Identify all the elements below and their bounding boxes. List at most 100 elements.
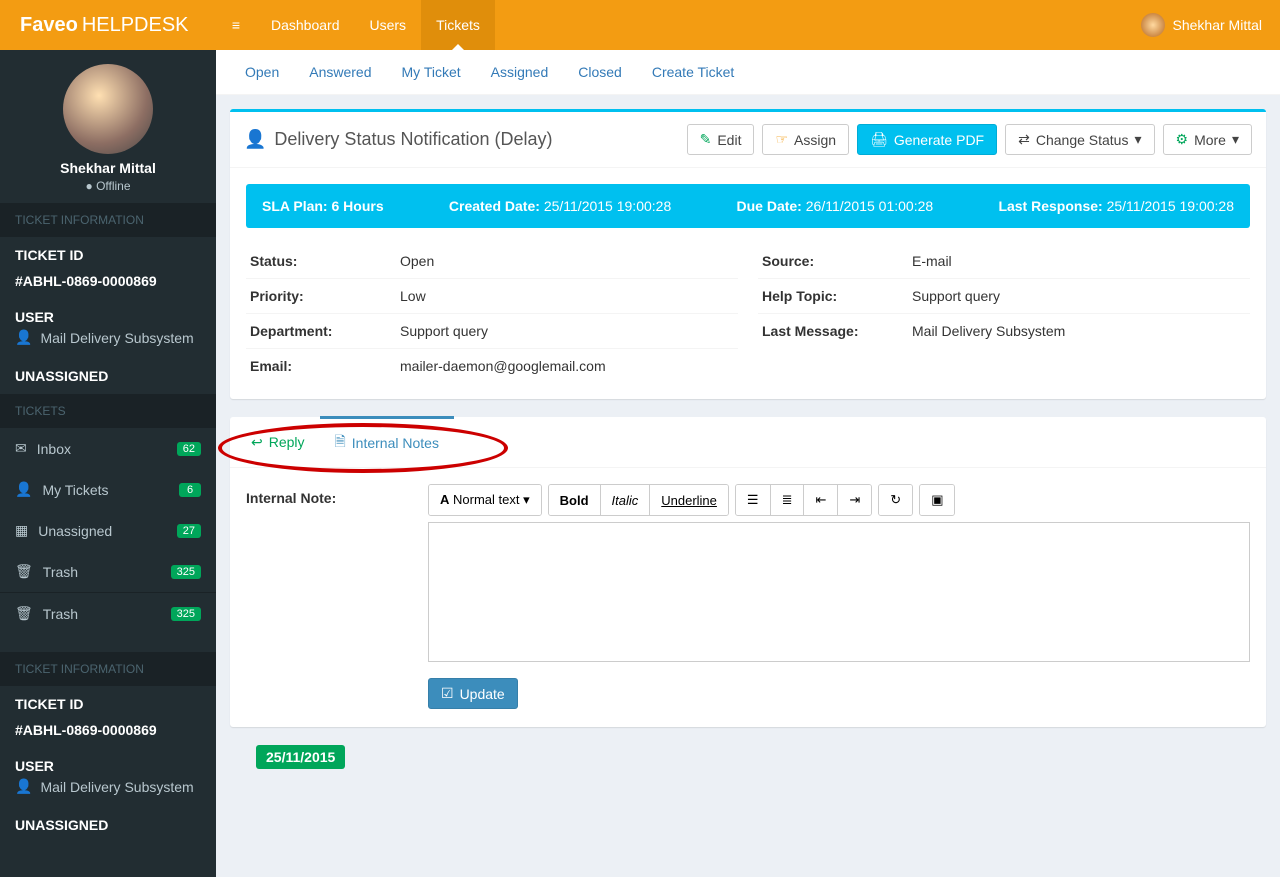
sidebar-status: ● Offline — [0, 179, 216, 193]
sidebar-ticketid-label2: TICKET ID — [0, 686, 216, 722]
reply-icon: ↩ — [251, 434, 263, 451]
ol-button[interactable]: ≣ — [770, 485, 804, 515]
subnav-create[interactable]: Create Ticket — [637, 50, 749, 94]
sidebar-user-name: Shekhar Mittal — [0, 160, 216, 176]
sidebar: Shekhar Mittal ● Offline TICKET INFORMAT… — [0, 50, 216, 877]
more-button[interactable]: ⚙More ▾ — [1163, 124, 1253, 155]
active-caret-icon — [451, 44, 465, 51]
topbar-user[interactable]: Shekhar Mittal — [1141, 0, 1280, 50]
sidebar-user-label: USER — [0, 299, 216, 327]
file-icon: 🗎 — [335, 431, 346, 455]
sidebar-user-label2: USER — [0, 748, 216, 776]
list-ul-icon: ☰ — [747, 492, 759, 507]
list-ol-icon: ≣ — [782, 492, 793, 507]
sidebar-item-mytickets[interactable]: 👤My Tickets6 — [0, 469, 216, 510]
main-nav: Dashboard Users Tickets — [256, 0, 495, 50]
trash-icon: 🗑 — [15, 563, 33, 580]
ticket-subnav: Open Answered My Ticket Assigned Closed … — [216, 50, 1280, 95]
gear-icon: ⚙ — [1176, 131, 1189, 148]
user-icon: 👤 — [15, 778, 32, 795]
reply-tabs: ↩Reply 🗎Internal Notes — [230, 417, 1266, 468]
details-right: Source:E-mail Help Topic:Support query L… — [758, 244, 1250, 383]
editor-toolbar: A Normal text ▾ Bold Italic Underline ☰ … — [428, 484, 1250, 516]
tab-reply[interactable]: ↩Reply — [236, 417, 320, 467]
subnav-answered[interactable]: Answered — [294, 50, 386, 94]
subnav-myticket[interactable]: My Ticket — [387, 50, 476, 94]
hand-icon: ☞ — [775, 131, 788, 148]
sidebar-ticketid2: #ABHL-0869-0000869 — [0, 722, 216, 748]
underline-button[interactable]: Underline — [649, 485, 728, 515]
sidebar-header-tickets: TICKETS — [0, 394, 216, 428]
check-icon: ☑ — [441, 685, 454, 702]
topbar: Faveo HELPDESK ≡ Dashboard Users Tickets… — [0, 0, 1280, 50]
subnav-assigned[interactable]: Assigned — [476, 50, 564, 94]
change-status-button[interactable]: ⇄Change Status ▾ — [1005, 124, 1154, 155]
sidebar-header-ticketinfo2: TICKET INFORMATION — [0, 652, 216, 686]
image-icon: ▣ — [931, 492, 943, 507]
reply-box: ↩Reply 🗎Internal Notes Internal Note: A … — [230, 417, 1266, 727]
undo-icon: ↻ — [890, 492, 901, 507]
format-dropdown[interactable]: A Normal text ▾ — [429, 485, 541, 515]
outdent-icon: ⇤ — [815, 492, 826, 507]
image-button[interactable]: ▣ — [920, 485, 954, 515]
ul-button[interactable]: ☰ — [736, 485, 770, 515]
brand-logo[interactable]: Faveo HELPDESK — [0, 0, 216, 50]
timeline-date-badge: 25/11/2015 — [256, 745, 345, 769]
sidebar-item-trash[interactable]: 🗑Trash325 — [0, 551, 216, 592]
assign-button[interactable]: ☞Assign — [762, 124, 849, 155]
sidebar-avatar — [63, 64, 153, 154]
editor: A Normal text ▾ Bold Italic Underline ☰ … — [428, 484, 1250, 662]
caret-down-icon: ▾ — [1134, 131, 1141, 148]
editor-body[interactable] — [428, 522, 1250, 662]
update-button[interactable]: ☑Update — [428, 678, 518, 709]
indent-button[interactable]: ⇥ — [837, 485, 871, 515]
generate-pdf-button[interactable]: 🖨Generate PDF — [857, 124, 997, 155]
internal-note-label: Internal Note: — [246, 484, 406, 506]
sidebar-item-trash-dup[interactable]: 🗑Trash325 — [0, 592, 216, 634]
brand-light: HELPDESK — [82, 14, 189, 37]
hamburger-icon: ≡ — [232, 17, 240, 33]
sidebar-item-inbox[interactable]: ✉Inbox62 — [0, 428, 216, 469]
sidebar-ticketid: #ABHL-0869-0000869 — [0, 273, 216, 299]
badge: 27 — [177, 524, 201, 538]
nav-dashboard[interactable]: Dashboard — [256, 0, 355, 50]
topbar-user-name: Shekhar Mittal — [1173, 17, 1262, 33]
exchange-icon: ⇄ — [1018, 131, 1030, 148]
details-left: Status:Open Priority:Low Department:Supp… — [246, 244, 738, 383]
envelope-icon: ✉ — [15, 440, 27, 457]
sidebar-user-value2[interactable]: 👤Mail Delivery Subsystem — [0, 776, 216, 807]
sidebar-unassigned2[interactable]: UNASSIGNED — [0, 807, 216, 843]
sidebar-unassigned[interactable]: UNASSIGNED — [0, 358, 216, 394]
undo-button[interactable]: ↻ — [879, 485, 912, 515]
user-icon: 👤 — [15, 329, 32, 346]
brand-bold: Faveo — [20, 14, 78, 37]
caret-down-icon: ▾ — [1232, 131, 1239, 148]
trash-icon: 🗑 — [15, 605, 33, 622]
avatar-icon — [1141, 13, 1165, 37]
badge: 6 — [179, 483, 201, 497]
nav-users[interactable]: Users — [355, 0, 422, 50]
sla-callout: SLA Plan: 6 Hours Created Date: 25/11/20… — [246, 184, 1250, 228]
print-icon: 🖨 — [870, 131, 888, 148]
ticket-details: Status:Open Priority:Low Department:Supp… — [230, 244, 1266, 399]
indent-icon: ⇥ — [849, 492, 860, 507]
subnav-open[interactable]: Open — [230, 50, 294, 94]
sidebar-user-value[interactable]: 👤Mail Delivery Subsystem — [0, 327, 216, 358]
user-icon: 👤 — [15, 481, 32, 498]
user-icon: 👤 — [244, 129, 266, 150]
edit-button[interactable]: ✎Edit — [687, 124, 755, 155]
ticket-box: 👤Delivery Status Notification (Delay) ✎E… — [230, 109, 1266, 399]
nav-tickets[interactable]: Tickets — [421, 0, 495, 50]
subnav-closed[interactable]: Closed — [563, 50, 637, 94]
badge: 325 — [171, 607, 201, 621]
outdent-button[interactable]: ⇤ — [803, 485, 837, 515]
ticket-title: 👤Delivery Status Notification (Delay) — [244, 129, 553, 150]
tab-internal-notes[interactable]: 🗎Internal Notes — [320, 416, 454, 467]
sidebar-item-unassigned[interactable]: ▦Unassigned27 — [0, 510, 216, 551]
bold-button[interactable]: Bold — [549, 485, 600, 515]
badge: 325 — [171, 565, 201, 579]
pencil-icon: ✎ — [700, 131, 712, 148]
content: Open Answered My Ticket Assigned Closed … — [216, 50, 1280, 877]
italic-button[interactable]: Italic — [600, 485, 650, 515]
menu-toggle-button[interactable]: ≡ — [216, 0, 256, 50]
